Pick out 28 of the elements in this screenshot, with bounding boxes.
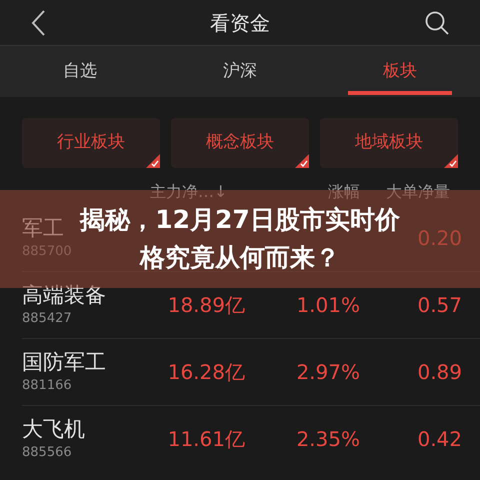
table-cell: 0.57: [417, 293, 462, 317]
tab[interactable]: 沪深: [160, 46, 320, 97]
category-chip[interactable]: 行业板块: [22, 118, 160, 168]
row-code: 881166: [22, 377, 72, 396]
row-code: 885427: [22, 310, 72, 328]
row-name: 国防军工: [22, 349, 106, 376]
table-cell: 2.97%: [296, 360, 360, 384]
table-cell: 2.35%: [296, 427, 360, 451]
search-icon[interactable]: [424, 10, 450, 36]
headline-text: 格究竟从何而来？: [140, 242, 340, 274]
table-cell: 16.28亿: [168, 360, 245, 384]
tab[interactable]: 自选: [0, 46, 160, 97]
tab[interactable]: 板块: [320, 46, 480, 97]
screen-title: 看资金: [210, 10, 270, 36]
table-cell: 0.42: [417, 427, 462, 451]
table-cell: 18.89亿: [168, 293, 245, 317]
category-chip[interactable]: 地域板块: [320, 118, 458, 168]
row-name: 高端装备: [22, 282, 106, 310]
table-cell: 0.20: [417, 226, 462, 250]
table-cell: 0.89: [417, 360, 462, 384]
back-icon[interactable]: [30, 8, 46, 36]
row-name: 军工: [22, 214, 64, 242]
table-cell: 11.61亿: [168, 427, 245, 451]
headline-text: 揭秘，12月27日股市实时价: [80, 204, 400, 236]
category-chip[interactable]: 概念板块: [171, 118, 309, 168]
row-name: 大飞机: [22, 416, 85, 444]
table-cell: 1.01%: [296, 293, 360, 317]
row-code: 885566: [22, 444, 72, 462]
